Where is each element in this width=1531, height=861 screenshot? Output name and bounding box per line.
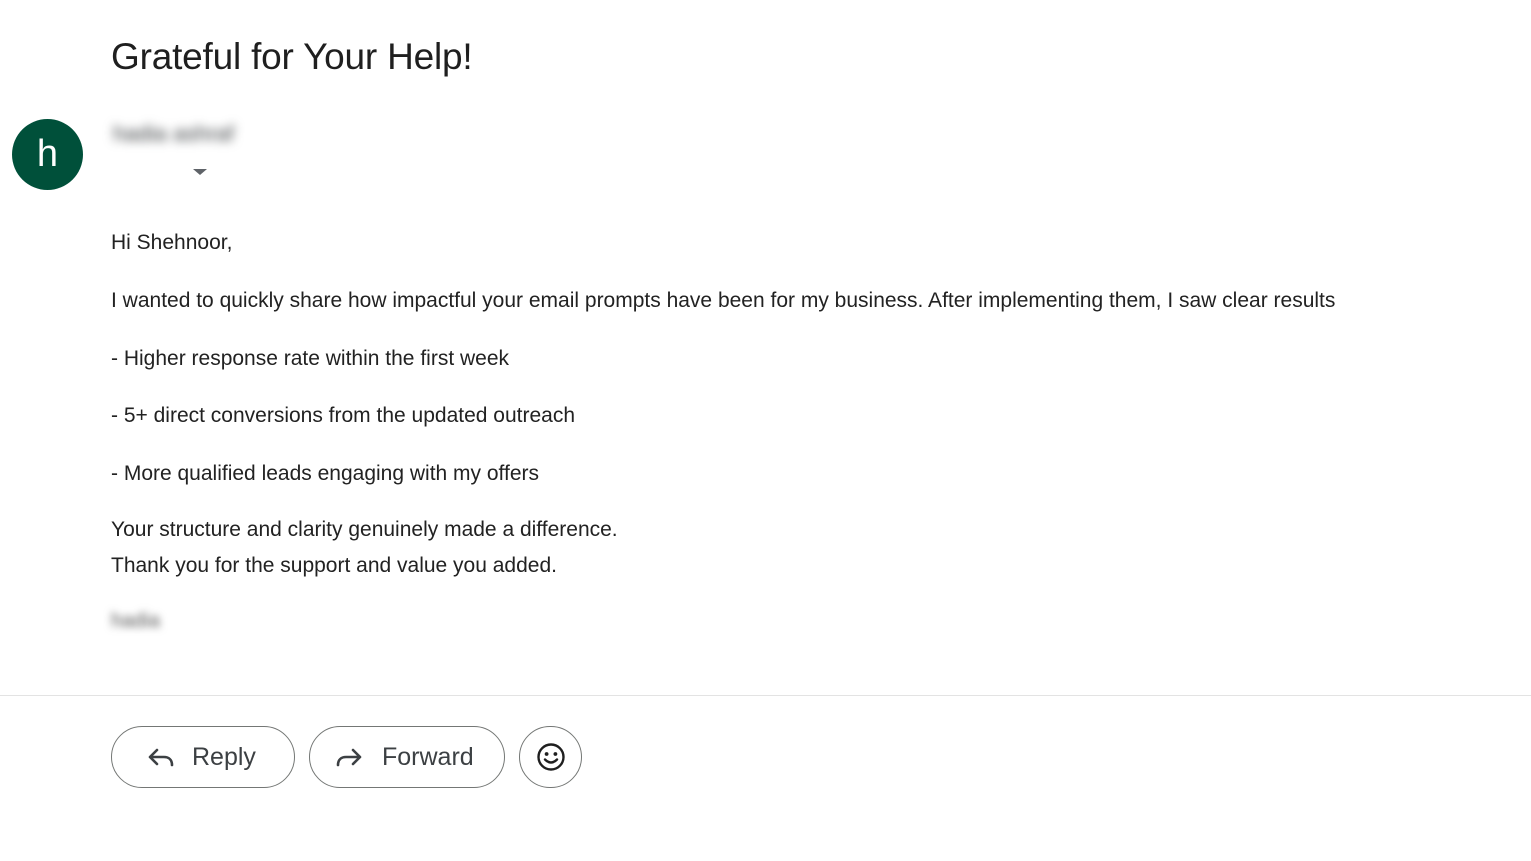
sender-name[interactable]: hadia ashraf [113, 121, 234, 147]
email-closing-line: Your structure and clarity genuinely mad… [111, 518, 618, 541]
caret-down-icon [193, 169, 207, 175]
reply-arrow-icon [146, 742, 176, 772]
email-signature: hadia [111, 610, 160, 632]
show-details-button[interactable] [190, 164, 210, 180]
email-subject: Grateful for Your Help! [111, 36, 473, 77]
avatar-letter: h [36, 133, 59, 175]
forward-button[interactable]: Forward [309, 726, 505, 788]
email-closing-line: Thank you for the support and value you … [111, 554, 557, 577]
reply-label: Reply [192, 742, 256, 771]
emoji-reaction-button[interactable] [519, 726, 582, 788]
result-bullet: - More qualified leads engaging with my … [111, 462, 540, 485]
forward-label: Forward [382, 742, 474, 771]
divider [0, 695, 1531, 696]
forward-arrow-icon [334, 742, 364, 772]
result-bullet: - Higher response rate within the first … [111, 347, 510, 370]
sender-avatar[interactable]: h [12, 119, 83, 190]
reply-button[interactable]: Reply [111, 726, 295, 788]
email-intro: I wanted to quickly share how impactful … [111, 289, 1336, 312]
email-greeting: Hi Shehnoor, [111, 231, 233, 254]
smiley-face-icon [536, 742, 566, 772]
result-bullet: - 5+ direct conversions from the updated… [111, 404, 576, 427]
